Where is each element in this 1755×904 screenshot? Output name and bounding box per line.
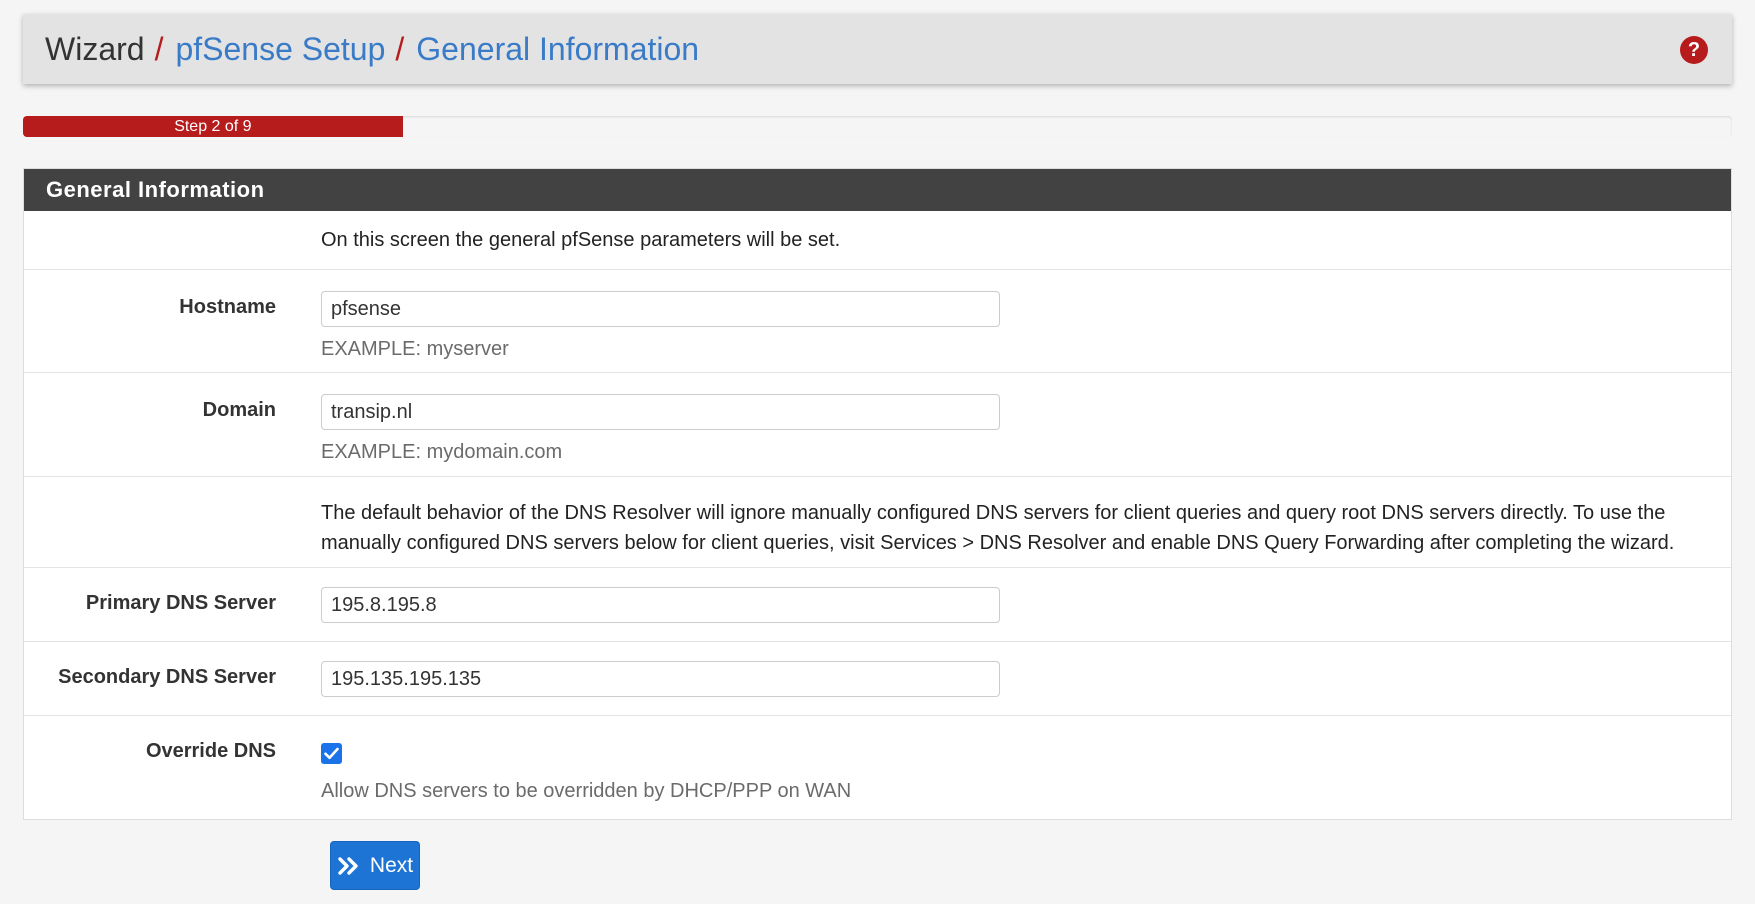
panel-title: General Information xyxy=(24,169,1731,211)
breadcrumb-root: Wizard xyxy=(45,30,145,67)
hostname-label: Hostname xyxy=(179,296,276,318)
override-dns-row: Override DNS Allow DNS servers to be ove… xyxy=(24,716,1731,819)
override-dns-help: Allow DNS servers to be overridden by DH… xyxy=(321,780,852,802)
primary-dns-label: Primary DNS Server xyxy=(85,592,276,614)
next-button[interactable]: Next xyxy=(330,841,420,890)
progress-bar-fill: Step 2 of 9 xyxy=(23,116,403,137)
breadcrumb: Wizard / pfSense Setup / General Informa… xyxy=(45,14,699,84)
domain-help: EXAMPLE: mydomain.com xyxy=(321,441,563,463)
breadcrumb-general-information[interactable]: General Information xyxy=(416,31,699,68)
page-header: Wizard / pfSense Setup / General Informa… xyxy=(23,14,1732,84)
question-circle-icon[interactable]: ? xyxy=(1680,36,1708,64)
dns-notice-line: The default behavior of the DNS Resolver… xyxy=(321,502,1666,524)
next-button-label: Next xyxy=(369,853,414,877)
domain-label: Domain xyxy=(202,399,276,421)
breadcrumb-separator: / xyxy=(154,30,164,67)
dns-notice-line: manually configured DNS servers below fo… xyxy=(321,532,1675,554)
check-icon xyxy=(324,747,339,760)
hostname-input[interactable]: pfsense xyxy=(321,291,1000,327)
progress-bar: Step 2 of 9 xyxy=(23,116,1732,137)
breadcrumb-pfsense-setup[interactable]: pfSense Setup xyxy=(175,31,385,68)
domain-row: Domain transip.nl EXAMPLE: mydomain.com xyxy=(24,373,1731,477)
dns-notice-row: The default behavior of the DNS Resolver… xyxy=(24,477,1731,568)
primary-dns-input[interactable]: 195.8.195.8 xyxy=(321,587,1000,623)
dns-notice-text: The default behavior of the DNS Resolver… xyxy=(321,498,1721,558)
override-dns-label: Override DNS xyxy=(145,740,276,762)
secondary-dns-row: Secondary DNS Server 195.135.195.135 xyxy=(24,642,1731,716)
domain-input[interactable]: transip.nl xyxy=(321,394,1000,430)
primary-dns-row: Primary DNS Server 195.8.195.8 xyxy=(24,568,1731,642)
override-dns-checkbox[interactable] xyxy=(321,743,342,764)
secondary-dns-input[interactable]: 195.135.195.135 xyxy=(321,661,1000,697)
general-information-panel: General Information On this screen the g… xyxy=(23,168,1732,820)
intro-text: On this screen the general pfSense param… xyxy=(321,229,841,251)
hostname-help: EXAMPLE: myserver xyxy=(321,338,509,360)
secondary-dns-label: Secondary DNS Server xyxy=(58,666,276,688)
double-chevron-right-icon xyxy=(338,856,358,875)
intro-row: On this screen the general pfSense param… xyxy=(24,211,1731,270)
breadcrumb-separator: / xyxy=(395,30,405,67)
hostname-row: Hostname pfsense EXAMPLE: myserver xyxy=(24,270,1731,373)
